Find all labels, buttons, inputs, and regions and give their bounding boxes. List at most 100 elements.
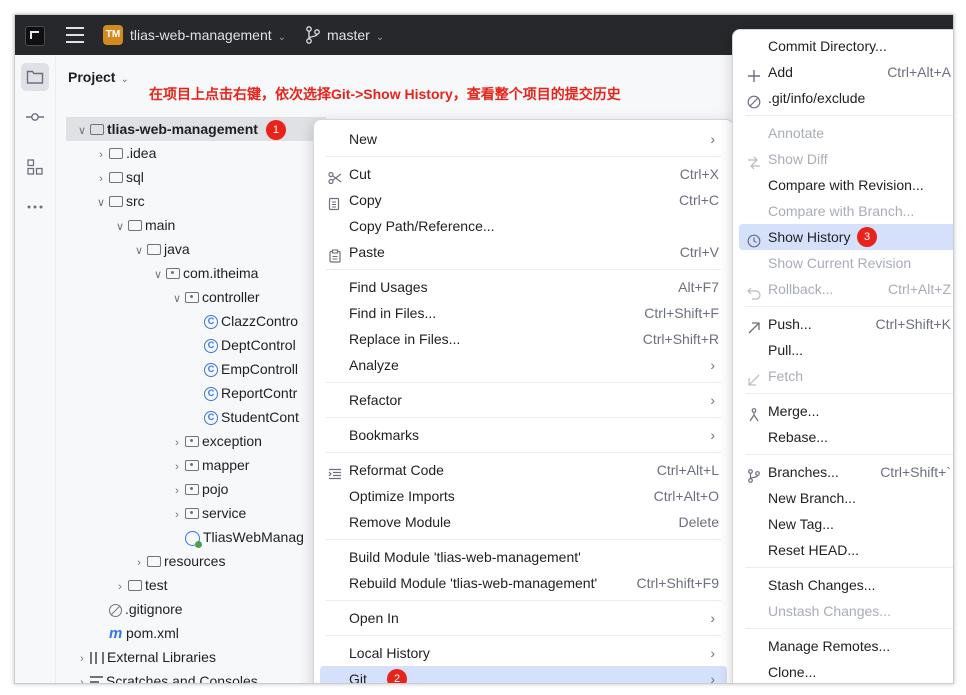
tree-row[interactable]: C ClazzContro bbox=[56, 309, 298, 333]
menu-item-label: Compare with Branch... bbox=[768, 203, 915, 219]
more-tools-button[interactable] bbox=[21, 193, 49, 221]
menu-item-replace-in-files[interactable]: Replace in Files... Ctrl+Shift+R bbox=[320, 326, 727, 352]
chevron-right-icon[interactable]: › bbox=[131, 551, 147, 575]
tree-row[interactable]: C DeptControl bbox=[56, 333, 296, 357]
project-badge[interactable]: TM bbox=[103, 25, 123, 45]
chevron-right-icon[interactable]: › bbox=[169, 431, 185, 455]
menu-item-rebase[interactable]: Rebase... bbox=[739, 424, 953, 450]
chevron-down-icon[interactable]: ∨ bbox=[93, 191, 109, 215]
menu-item-label: .git/info/exclude bbox=[768, 90, 866, 106]
main-menu-icon[interactable] bbox=[66, 27, 84, 43]
menu-item-shortcut: Ctrl+C bbox=[678, 192, 719, 208]
chevron-right-icon[interactable]: › bbox=[169, 503, 185, 527]
menu-item-find-in-files[interactable]: Find in Files... Ctrl+Shift+F bbox=[320, 300, 727, 326]
folder-icon bbox=[109, 171, 123, 183]
menu-item-copy[interactable]: Copy Ctrl+C bbox=[320, 187, 727, 213]
tree-row[interactable]: ∨ main bbox=[56, 213, 175, 237]
menu-item-git[interactable]: Git 2 › bbox=[320, 666, 727, 683]
menu-item-open-in[interactable]: Open In › bbox=[320, 605, 727, 631]
menu-separator bbox=[745, 454, 953, 455]
project-tool-button[interactable] bbox=[21, 63, 49, 91]
tree-row-label: main bbox=[145, 217, 176, 233]
menu-item-reset-head[interactable]: Reset HEAD... bbox=[739, 537, 953, 563]
branch-selector[interactable]: master ⌄ bbox=[327, 27, 384, 43]
rollback-icon bbox=[747, 282, 761, 300]
menu-item-find-usages[interactable]: Find Usages Alt+F7 bbox=[320, 274, 727, 300]
libraries-icon bbox=[90, 652, 104, 665]
tree-row[interactable]: TliasWebManag bbox=[56, 525, 304, 549]
menu-item-refactor[interactable]: Refactor › bbox=[320, 387, 727, 413]
tree-row[interactable]: C ReportContr bbox=[56, 381, 297, 405]
menu-item-commit-directory[interactable]: Commit Directory... bbox=[739, 33, 953, 59]
menu-item-paste[interactable]: Paste Ctrl+V bbox=[320, 239, 727, 265]
tree-row[interactable]: › External Libraries bbox=[56, 645, 216, 669]
context-menu: New › Cut Ctrl+X Copy Ctrl+C Copy Path/Referen… bbox=[313, 119, 734, 683]
menu-item-reformat-code[interactable]: Reformat Code Ctrl+Alt+L bbox=[320, 457, 727, 483]
commit-tool-button[interactable] bbox=[21, 103, 49, 131]
tree-row[interactable]: m pom.xml bbox=[56, 621, 179, 645]
tree-row[interactable]: › test bbox=[56, 573, 167, 599]
tree-row[interactable]: › Scratches and Consoles bbox=[56, 669, 258, 683]
menu-item-bookmarks[interactable]: Bookmarks › bbox=[320, 422, 727, 448]
tree-row[interactable]: › service bbox=[56, 501, 246, 525]
tree-row[interactable]: › exception bbox=[56, 429, 262, 453]
app-logo-icon[interactable] bbox=[25, 26, 45, 46]
menu-item-clone[interactable]: Clone... bbox=[739, 659, 953, 683]
menu-item-manage-remotes[interactable]: Manage Remotes... bbox=[739, 633, 953, 659]
menu-item-label: Merge... bbox=[768, 403, 820, 419]
menu-item-pull[interactable]: Pull... bbox=[739, 337, 953, 363]
chevron-right-icon[interactable]: › bbox=[74, 671, 90, 683]
tree-row[interactable]: ∨ tlias-web-management 1 bbox=[66, 117, 326, 141]
menu-item-git-info-exclude[interactable]: .git/info/exclude bbox=[739, 85, 953, 111]
chevron-down-icon[interactable]: ∨ bbox=[131, 239, 147, 263]
chevron-down-icon[interactable]: ∨ bbox=[169, 287, 185, 311]
menu-item-unstash-changes: Unstash Changes... bbox=[739, 598, 953, 624]
menu-item-analyze[interactable]: Analyze › bbox=[320, 352, 727, 378]
menu-item-label: Clone... bbox=[768, 664, 817, 680]
tree-row[interactable]: › .idea bbox=[56, 141, 156, 165]
chevron-right-icon[interactable]: › bbox=[74, 647, 90, 671]
menu-item-push[interactable]: Push... Ctrl+Shift+K bbox=[739, 311, 953, 337]
tree-row[interactable]: › mapper bbox=[56, 453, 249, 477]
package-icon bbox=[166, 267, 180, 279]
chevron-right-icon[interactable]: › bbox=[93, 167, 109, 191]
menu-item-new[interactable]: New › bbox=[320, 126, 727, 152]
menu-item-optimize-imports[interactable]: Optimize Imports Ctrl+Alt+O bbox=[320, 483, 727, 509]
chevron-right-icon[interactable]: › bbox=[169, 479, 185, 503]
menu-item-compare-with-revision[interactable]: Compare with Revision... bbox=[739, 172, 953, 198]
chevron-right-icon[interactable]: › bbox=[112, 575, 128, 599]
menu-item-new-branch[interactable]: New Branch... bbox=[739, 485, 953, 511]
menu-item-stash-changes[interactable]: Stash Changes... bbox=[739, 572, 953, 598]
tree-row[interactable]: ∨ controller bbox=[56, 285, 260, 309]
tree-row[interactable]: ∨ java bbox=[56, 237, 190, 261]
tree-row[interactable]: › pojo bbox=[56, 477, 228, 501]
menu-item-branches[interactable]: Branches... Ctrl+Shift+` bbox=[739, 459, 953, 485]
tree-row[interactable]: C EmpControll bbox=[56, 357, 298, 381]
chevron-down-icon[interactable]: ∨ bbox=[112, 215, 128, 239]
menu-item-merge[interactable]: Merge... bbox=[739, 398, 953, 424]
tree-row[interactable]: › resources bbox=[56, 549, 225, 573]
menu-item-cut[interactable]: Cut Ctrl+X bbox=[320, 161, 727, 187]
project-view-selector[interactable]: Project ⌄ bbox=[68, 69, 129, 85]
tree-row[interactable]: .gitignore bbox=[56, 597, 183, 621]
menu-item-remove-module[interactable]: Remove Module Delete bbox=[320, 509, 727, 535]
menu-item-add[interactable]: Add Ctrl+Alt+A bbox=[739, 59, 953, 85]
tree-row[interactable]: C StudentCont bbox=[56, 405, 299, 429]
chevron-down-icon[interactable]: ∨ bbox=[150, 263, 166, 287]
tree-row[interactable]: › sql bbox=[56, 165, 144, 189]
menu-item-label: Stash Changes... bbox=[768, 577, 876, 593]
menu-item-copy-path-reference[interactable]: Copy Path/Reference... bbox=[320, 213, 727, 239]
menu-item-build-module-tlias-web-management[interactable]: Build Module 'tlias-web-management' bbox=[320, 544, 727, 570]
tree-row[interactable]: ∨ com.itheima bbox=[56, 261, 259, 287]
menu-item-local-history[interactable]: Local History › bbox=[320, 640, 727, 666]
menu-item-show-history[interactable]: Show History 3 bbox=[739, 224, 953, 250]
tree-row[interactable]: ∨ src bbox=[56, 189, 145, 213]
menu-item-rebuild-module-tlias-web-management[interactable]: Rebuild Module 'tlias-web-management' Ctr… bbox=[320, 570, 727, 596]
menu-item-new-tag[interactable]: New Tag... bbox=[739, 511, 953, 537]
menu-item-shortcut: Ctrl+Alt+Z bbox=[887, 281, 951, 297]
project-selector[interactable]: tlias-web-management ⌄ bbox=[130, 27, 286, 43]
chevron-down-icon[interactable]: ∨ bbox=[74, 119, 90, 143]
chevron-right-icon[interactable]: › bbox=[169, 455, 185, 479]
chevron-right-icon[interactable]: › bbox=[93, 143, 109, 167]
structure-tool-button[interactable] bbox=[21, 153, 49, 181]
